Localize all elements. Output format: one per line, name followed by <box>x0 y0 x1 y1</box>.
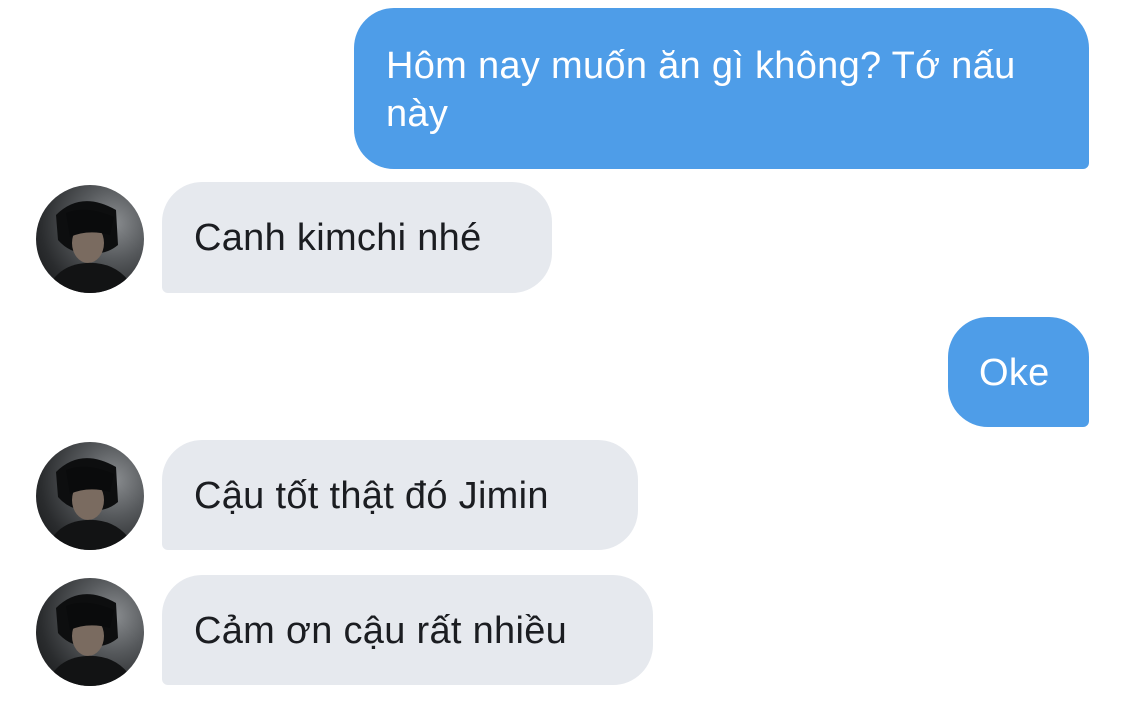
message-bubble-received[interactable]: Cậu tốt thật đó Jimin <box>162 440 638 550</box>
contact-avatar[interactable] <box>36 442 144 550</box>
avatar-photo-icon <box>46 458 136 550</box>
message-text: Hôm nay muốn ăn gì không? Tớ nấu này <box>386 45 1016 135</box>
message-bubble-sent[interactable]: Hôm nay muốn ăn gì không? Tớ nấu này <box>354 8 1089 169</box>
contact-avatar[interactable] <box>36 578 144 686</box>
avatar-photo-icon <box>46 201 136 293</box>
message-text: Oke <box>979 352 1050 394</box>
message-text: Canh kimchi nhé <box>194 217 482 259</box>
message-bubble-received[interactable]: Cảm ơn cậu rất nhiều <box>162 575 653 685</box>
message-text: Cậu tốt thật đó Jimin <box>194 475 549 517</box>
message-bubble-received[interactable]: Canh kimchi nhé <box>162 182 552 293</box>
message-text: Cảm ơn cậu rất nhiều <box>194 610 568 652</box>
avatar-photo-icon <box>46 594 136 686</box>
contact-avatar[interactable] <box>36 185 144 293</box>
message-bubble-sent[interactable]: Oke <box>948 317 1089 427</box>
